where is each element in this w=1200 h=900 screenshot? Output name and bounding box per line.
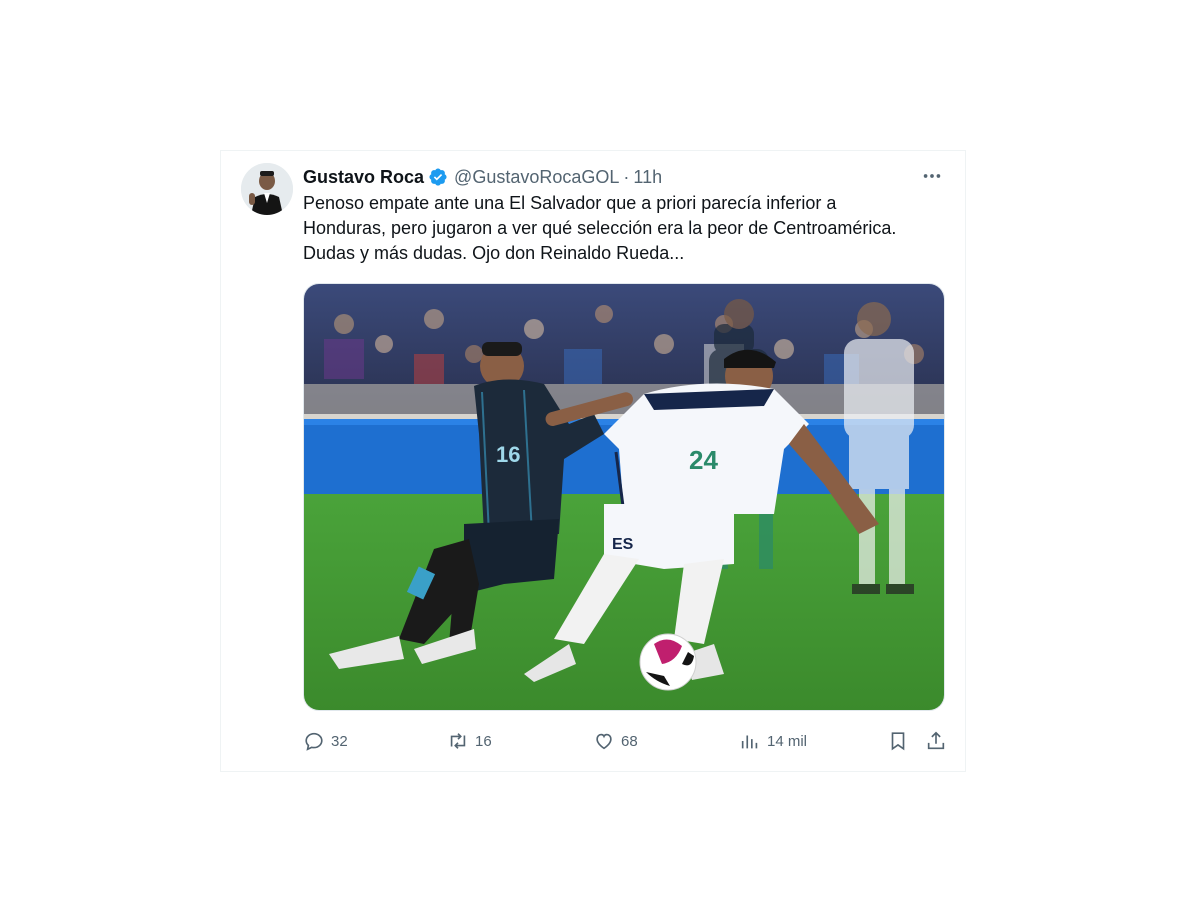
author-avatar[interactable] <box>241 163 293 215</box>
reply-icon <box>305 732 323 751</box>
verified-badge-icon <box>428 167 448 187</box>
more-options-icon[interactable] <box>917 163 947 189</box>
retweet-button[interactable]: 16 <box>447 727 492 755</box>
tweet-media-photo[interactable]: 16 24 ES <box>303 283 945 711</box>
share-button[interactable] <box>925 727 953 755</box>
retweet-icon <box>450 733 466 749</box>
share-icon <box>927 731 945 750</box>
separator-dot: · <box>623 166 630 187</box>
tweet-header: Gustavo Roca @GustavoRocaGOL · 11h <box>303 165 662 189</box>
bookmark-icon <box>891 732 905 751</box>
author-handle[interactable]: @GustavoRocaGOL <box>454 167 619 188</box>
football-match-photo: 16 24 ES <box>304 284 944 710</box>
like-count: 68 <box>621 732 638 750</box>
tweet-text: Penoso empate ante una El Salvador que a… <box>303 191 951 266</box>
football-ball <box>639 633 697 691</box>
views-icon <box>741 735 758 749</box>
views-count: 14 mil <box>767 732 808 750</box>
views-button[interactable]: 14 mil <box>739 727 807 755</box>
tweet-text-line: Dudas y más dudas. Ojo don Reinaldo Rued… <box>303 243 685 263</box>
avatar-image <box>241 163 293 215</box>
author-name[interactable]: Gustavo Roca <box>303 167 424 188</box>
tweet-card[interactable]: Gustavo Roca @GustavoRocaGOL · 11h Penos… <box>220 150 966 772</box>
reply-button[interactable]: 32 <box>303 727 348 755</box>
jersey-number-24: 24 <box>689 445 718 475</box>
retweet-count: 16 <box>475 732 492 750</box>
tweet-timestamp[interactable]: 11h <box>633 167 662 188</box>
like-button[interactable]: 68 <box>593 727 638 755</box>
reply-count: 32 <box>331 732 348 750</box>
like-icon <box>596 733 612 750</box>
tweet-actions-bar: 32 16 68 14 mil <box>303 727 951 755</box>
svg-text:ES: ES <box>612 536 634 553</box>
jersey-number-16: 16 <box>496 442 520 467</box>
tweet-text-line: Penoso empate ante una El Salvador que a… <box>303 193 837 213</box>
bookmark-button[interactable] <box>887 727 915 755</box>
tweet-text-line: Honduras, pero jugaron a ver qué selecci… <box>303 218 897 238</box>
